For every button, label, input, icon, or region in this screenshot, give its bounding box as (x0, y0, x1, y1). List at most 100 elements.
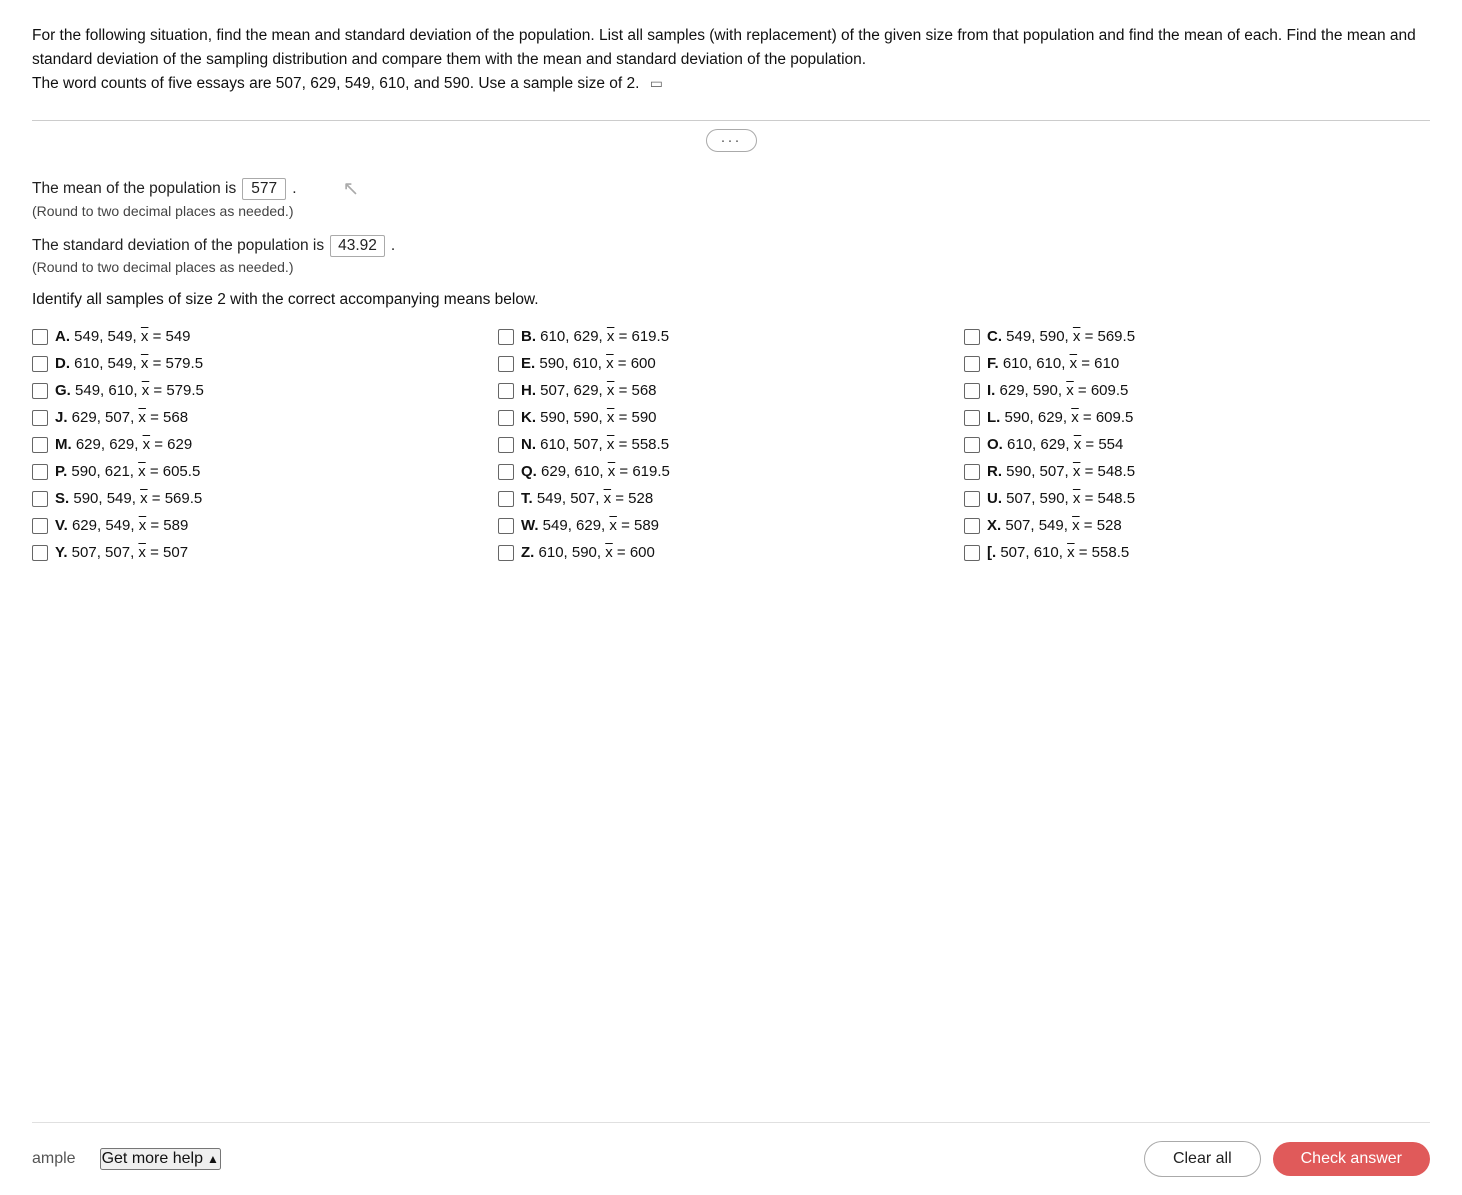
sample-label: U. 507, 590, x = 548.5 (987, 490, 1135, 507)
list-item: K. 590, 590, x = 590 (498, 404, 964, 431)
sample-label: A. 549, 549, x = 549 (55, 328, 191, 345)
list-item: O. 610, 629, x = 554 (964, 431, 1430, 458)
sample-label: V. 629, 549, x = 589 (55, 517, 188, 534)
sample-checkbox[interactable] (964, 329, 980, 345)
sample-checkbox[interactable] (32, 491, 48, 507)
footer-left: ample Get more help ▲ (32, 1148, 221, 1170)
sample-checkbox[interactable] (32, 437, 48, 453)
sample-label: L. 590, 629, x = 609.5 (987, 409, 1133, 426)
sample-checkbox[interactable] (32, 545, 48, 561)
list-item: S. 590, 549, x = 569.5 (32, 485, 498, 512)
sample-label: S. 590, 549, x = 569.5 (55, 490, 202, 507)
identify-instruction: Identify all samples of size 2 with the … (32, 291, 1430, 309)
stddev-line: The standard deviation of the population… (32, 235, 1430, 257)
sample-checkbox[interactable] (498, 437, 514, 453)
list-item: N. 610, 507, x = 558.5 (498, 431, 964, 458)
sample-label: P. 590, 621, x = 605.5 (55, 463, 200, 480)
sample-label: J. 629, 507, x = 568 (55, 409, 188, 426)
sample-checkbox[interactable] (964, 464, 980, 480)
sample-label: X. 507, 549, x = 528 (987, 517, 1122, 534)
sample-label: R. 590, 507, x = 548.5 (987, 463, 1135, 480)
expand-button[interactable]: ··· (706, 129, 757, 152)
mean-round-note: (Round to two decimal places as needed.) (32, 203, 1430, 219)
sample-label: E. 590, 610, x = 600 (521, 355, 656, 372)
sample-checkbox[interactable] (32, 356, 48, 372)
list-item: V. 629, 549, x = 589 (32, 512, 498, 539)
sample-label: H. 507, 629, x = 568 (521, 382, 657, 399)
expand-btn-row: ··· (32, 129, 1430, 152)
sample-checkbox[interactable] (964, 491, 980, 507)
list-item: D. 610, 549, x = 579.5 (32, 350, 498, 377)
list-item: X. 507, 549, x = 528 (964, 512, 1430, 539)
sample-label: M. 629, 629, x = 629 (55, 436, 192, 453)
list-item: B. 610, 629, x = 619.5 (498, 323, 964, 350)
sample-checkbox[interactable] (964, 518, 980, 534)
sample-label: N. 610, 507, x = 558.5 (521, 436, 669, 453)
clear-all-button[interactable]: Clear all (1144, 1141, 1261, 1177)
get-more-help-button[interactable]: Get more help ▲ (100, 1148, 221, 1170)
example-label: ample (32, 1150, 76, 1168)
question-subtext: The word counts of five essays are 507, … (32, 75, 639, 92)
list-item: [. 507, 610, x = 558.5 (964, 539, 1430, 566)
list-item: C. 549, 590, x = 569.5 (964, 323, 1430, 350)
sample-checkbox[interactable] (498, 410, 514, 426)
sample-label: Q. 629, 610, x = 619.5 (521, 463, 670, 480)
mean-value-box[interactable]: 577 (242, 178, 286, 200)
list-item: W. 549, 629, x = 589 (498, 512, 964, 539)
list-item: E. 590, 610, x = 600 (498, 350, 964, 377)
sample-checkbox[interactable] (498, 545, 514, 561)
copy-icon[interactable]: ▭ (650, 75, 663, 91)
sample-label: [. 507, 610, x = 558.5 (987, 544, 1129, 561)
list-item: Z. 610, 590, x = 600 (498, 539, 964, 566)
list-item: Q. 629, 610, x = 619.5 (498, 458, 964, 485)
sample-label: W. 549, 629, x = 589 (521, 517, 659, 534)
sample-label: F. 610, 610, x = 610 (987, 355, 1119, 372)
question-text: For the following situation, find the me… (32, 24, 1430, 96)
sample-label: Y. 507, 507, x = 507 (55, 544, 188, 561)
sample-label: I. 629, 590, x = 609.5 (987, 382, 1128, 399)
answer-section: The mean of the population is 577 . ↖ (R… (32, 168, 1430, 574)
sample-checkbox[interactable] (964, 410, 980, 426)
list-item: U. 507, 590, x = 548.5 (964, 485, 1430, 512)
sample-checkbox[interactable] (498, 518, 514, 534)
mean-line: The mean of the population is 577 . ↖ (32, 176, 1430, 201)
sample-checkbox[interactable] (498, 356, 514, 372)
get-more-help-label: Get more help (102, 1150, 203, 1168)
list-item: P. 590, 621, x = 605.5 (32, 458, 498, 485)
mean-section: The mean of the population is 577 . ↖ (R… (32, 176, 1430, 219)
list-item: J. 629, 507, x = 568 (32, 404, 498, 431)
footer-right: Clear all Check answer (1144, 1141, 1430, 1177)
sample-label: Z. 610, 590, x = 600 (521, 544, 655, 561)
sample-checkbox[interactable] (498, 464, 514, 480)
sample-checkbox[interactable] (964, 437, 980, 453)
samples-grid: A. 549, 549, x = 549 B. 610, 629, x = 619… (32, 323, 1430, 566)
sample-checkbox[interactable] (498, 383, 514, 399)
list-item: H. 507, 629, x = 568 (498, 377, 964, 404)
sample-checkbox[interactable] (498, 329, 514, 345)
sample-checkbox[interactable] (32, 518, 48, 534)
sample-checkbox[interactable] (32, 329, 48, 345)
sample-label: G. 549, 610, x = 579.5 (55, 382, 204, 399)
stddev-period: . (391, 237, 395, 255)
list-item: M. 629, 629, x = 629 (32, 431, 498, 458)
question-main-text: For the following situation, find the me… (32, 27, 1416, 68)
sample-label: K. 590, 590, x = 590 (521, 409, 657, 426)
check-answer-button[interactable]: Check answer (1273, 1142, 1430, 1176)
sample-checkbox[interactable] (32, 464, 48, 480)
sample-checkbox[interactable] (964, 383, 980, 399)
sample-label: B. 610, 629, x = 619.5 (521, 328, 669, 345)
sample-checkbox[interactable] (964, 356, 980, 372)
stddev-section: The standard deviation of the population… (32, 235, 1430, 275)
section-divider (32, 120, 1430, 121)
sample-checkbox[interactable] (32, 410, 48, 426)
mean-period: . (292, 180, 296, 198)
footer-row: ample Get more help ▲ Clear all Check an… (32, 1122, 1430, 1195)
stddev-round-note: (Round to two decimal places as needed.) (32, 259, 1430, 275)
sample-checkbox[interactable] (498, 491, 514, 507)
stddev-value-box[interactable]: 43.92 (330, 235, 385, 257)
list-item: A. 549, 549, x = 549 (32, 323, 498, 350)
sample-label: T. 549, 507, x = 528 (521, 490, 653, 507)
sample-checkbox[interactable] (32, 383, 48, 399)
mean-label: The mean of the population is (32, 180, 236, 198)
sample-checkbox[interactable] (964, 545, 980, 561)
